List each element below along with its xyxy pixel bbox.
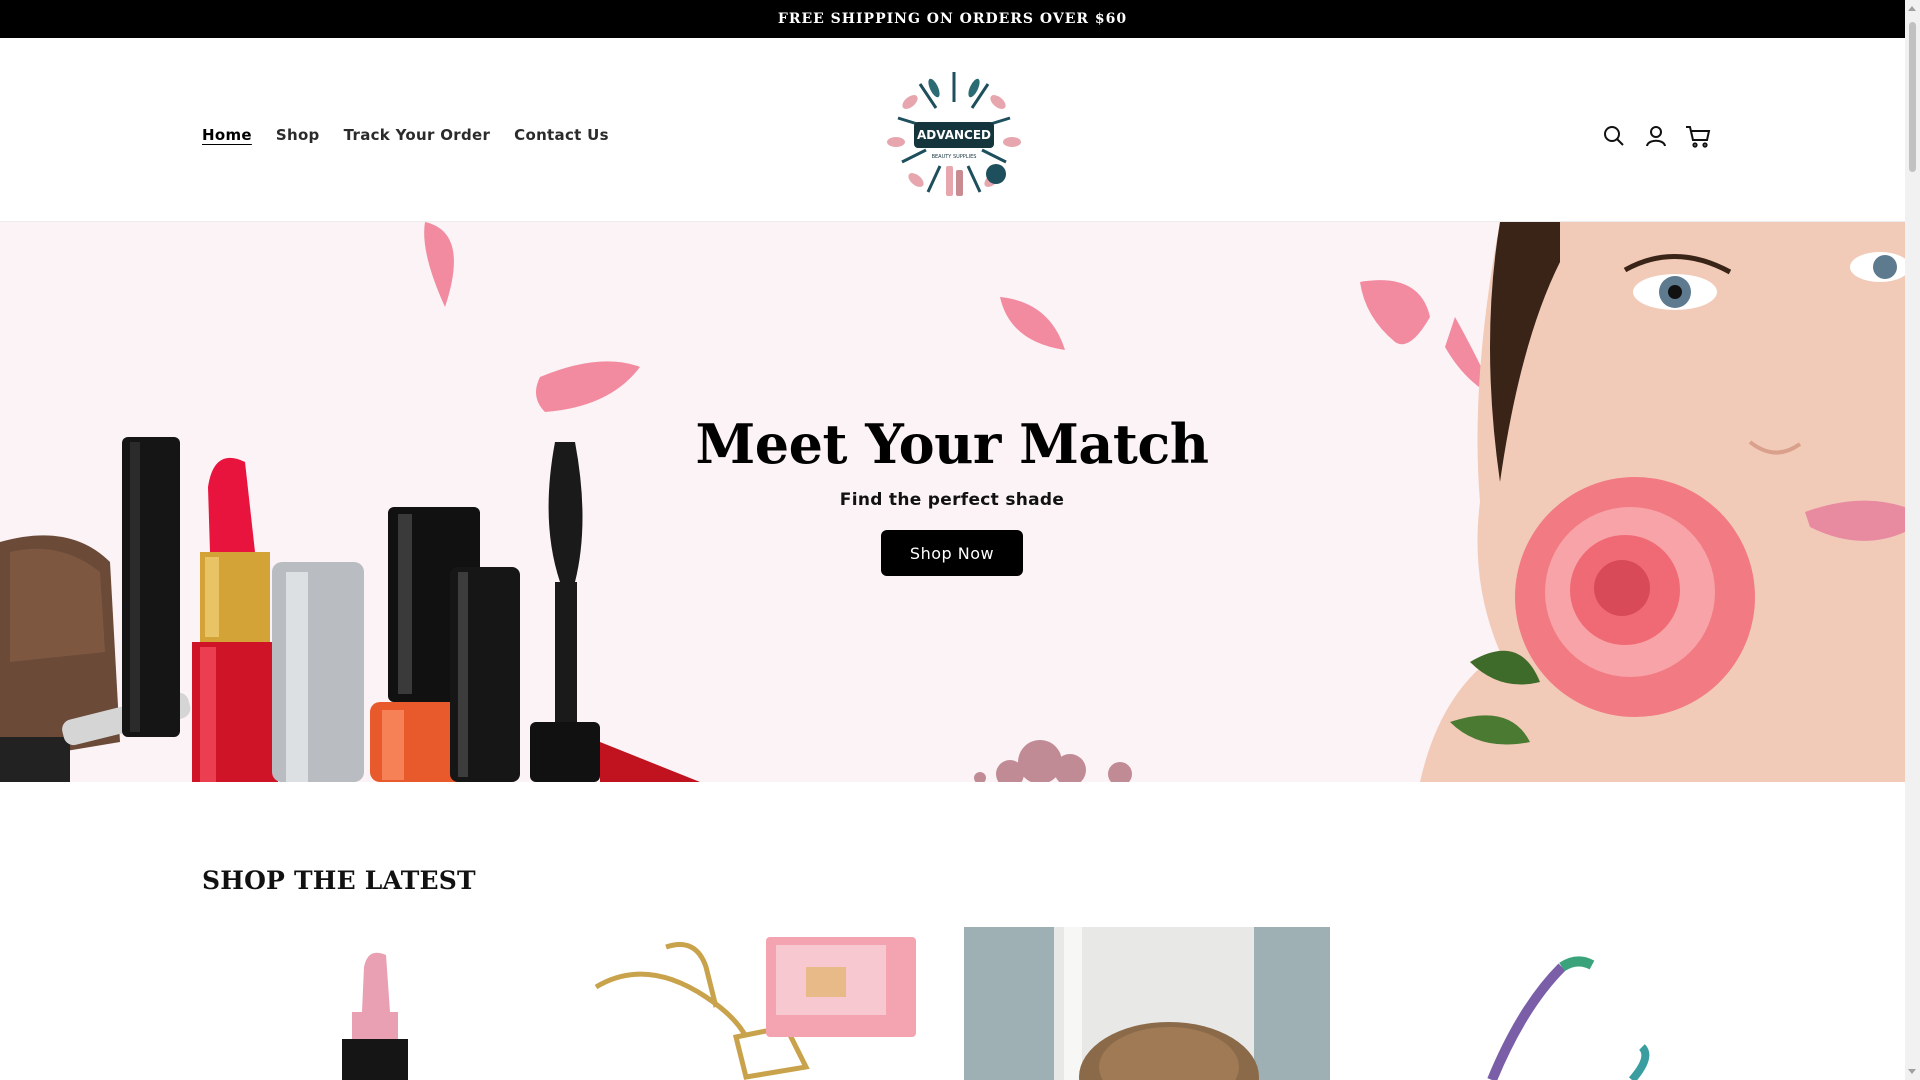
- product-card-hair-clips[interactable]: [586, 927, 952, 1080]
- site-logo[interactable]: ADVANCED BEAUTY SUPPLIES: [880, 62, 1028, 210]
- site-header: Home Shop Track Your Order Contact Us AD…: [0, 38, 1905, 222]
- announcement-bar: FREE SHIPPING ON ORDERS OVER $60: [0, 0, 1905, 38]
- nav-contact-link[interactable]: Contact Us: [514, 126, 609, 144]
- product-card-lipstick[interactable]: [202, 927, 568, 1080]
- product-image: [594, 937, 916, 1080]
- search-icon[interactable]: [1600, 122, 1628, 150]
- product-card-bucket-hat[interactable]: [964, 927, 1330, 1080]
- product-image: [342, 952, 408, 1080]
- hero-content: Meet Your Match Find the perfect shade S…: [652, 412, 1252, 576]
- hero-title: Meet Your Match: [695, 412, 1209, 476]
- section-title: SHOP THE LATEST: [202, 866, 476, 895]
- nav-track-order-link[interactable]: Track Your Order: [344, 126, 491, 144]
- scroll-down-arrow-icon[interactable]: [1908, 1069, 1916, 1074]
- hero-subtitle: Find the perfect shade: [839, 490, 1065, 510]
- page-scrollbar[interactable]: [1905, 0, 1920, 1080]
- scroll-up-arrow-icon[interactable]: [1908, 6, 1916, 11]
- nav-shop-link[interactable]: Shop: [276, 126, 320, 144]
- header-icons: [1600, 122, 1712, 150]
- product-grid: [202, 927, 1702, 1080]
- account-icon[interactable]: [1642, 122, 1670, 150]
- scroll-thumb[interactable]: [1909, 22, 1916, 172]
- logo-subtext: BEAUTY SUPPLIES: [932, 154, 977, 160]
- main-nav: Home Shop Track Your Order Contact Us: [202, 126, 609, 144]
- nav-home-link[interactable]: Home: [202, 126, 252, 144]
- shop-now-button[interactable]: Shop Now: [881, 530, 1023, 576]
- cart-icon[interactable]: [1684, 122, 1712, 150]
- product-image: [1054, 927, 1259, 1080]
- logo-text: ADVANCED: [917, 128, 991, 142]
- hero-banner: Meet Your Match Find the perfect shade S…: [0, 222, 1905, 782]
- product-image: [1487, 956, 1650, 1080]
- product-card-eyelash-curler[interactable]: [1342, 927, 1708, 1080]
- announcement-text: FREE SHIPPING ON ORDERS OVER $60: [777, 11, 1128, 27]
